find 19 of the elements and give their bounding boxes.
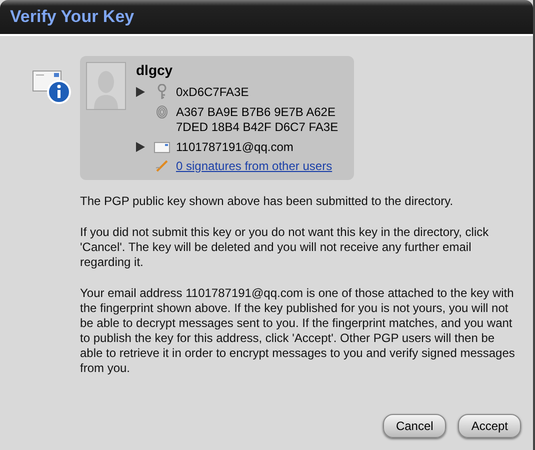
signatures-link[interactable]: 0 signatures from other users	[176, 159, 332, 173]
paragraph: The PGP public key shown above has been submitted to the directory.	[80, 194, 454, 209]
fingerprint-icon	[154, 105, 170, 119]
paragraph: If you did not submit this key or you do not want this key in the directory, click 'Cancel'. The key will be deleted and you will not receive any further email regarding it.	[80, 225, 490, 270]
envelope-info-icon	[32, 69, 72, 105]
expand-arrow-icon[interactable]	[136, 142, 145, 152]
cancel-button[interactable]: Cancel	[382, 414, 446, 438]
fingerprint-line: A367 BA9E B7B6 9E7B A62E	[176, 105, 336, 120]
avatar	[86, 62, 126, 110]
window-title: Verify Your Key	[10, 7, 134, 27]
pen-icon	[154, 159, 170, 173]
envelope-icon	[154, 142, 170, 152]
key-owner-name: dlgcy	[136, 62, 174, 78]
key-id: 0xD6C7FA3E	[176, 85, 249, 99]
expand-arrow-icon[interactable]	[136, 87, 145, 97]
accept-button[interactable]: Accept	[458, 414, 521, 438]
fingerprint-line: 7DED 18B4 B42F D6C7 FA3E	[176, 120, 338, 135]
email-address: 1101787191@qq.com	[176, 140, 294, 154]
paragraph: Your email address 1101787191@qq.com is one of those attached to the key with the fingerprint shown above. If the key published for you is not yours, you will not be able to decrypt messages sent to you. If the fingerprint matches, and you want to publish the key for this address, click 'Accept'. Other PGP users will then be able to retrieve it in order to encrypt messages to you and verify signed messages from you.	[80, 286, 515, 376]
